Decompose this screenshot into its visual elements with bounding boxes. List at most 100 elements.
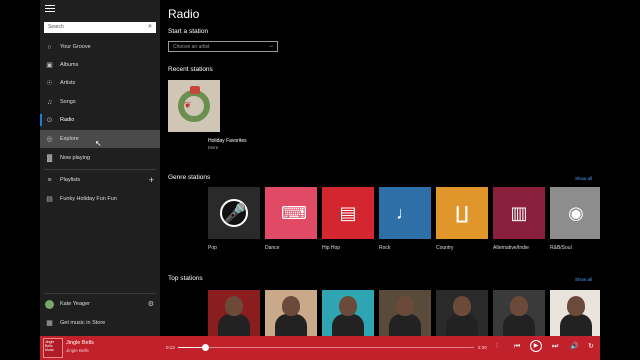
- radio-icon: ⊙: [46, 117, 53, 124]
- artist-placeholder: Choose an artist: [173, 44, 210, 50]
- genre-label[interactable]: Rock: [379, 245, 390, 251]
- genre-tile-3[interactable]: ♩: [379, 187, 431, 239]
- explore-icon: ◎: [46, 136, 53, 143]
- boot-icon: ∐: [455, 203, 469, 223]
- genre-tile-4[interactable]: ∐: [436, 187, 488, 239]
- previous-icon[interactable]: ⏮: [514, 342, 520, 352]
- submit-arrow-icon[interactable]: →: [268, 43, 274, 49]
- sidebar-item-songs[interactable]: ♫ Songs: [40, 93, 160, 111]
- bow-art: [190, 86, 200, 94]
- recent-station-tile[interactable]: ❦: [168, 80, 220, 132]
- user-name: Kate Yeager: [60, 301, 90, 307]
- sidebar-item-your-groove[interactable]: ∩ Your Groove: [40, 38, 160, 56]
- volume-icon[interactable]: 🔊: [570, 342, 579, 352]
- groove-music-window: Search ⌕ ∩ Your Groove ▣ Albums ☉ Artist…: [40, 0, 600, 336]
- artist-portrait: [453, 296, 471, 316]
- recent-station-sub[interactable]: More: [208, 145, 218, 150]
- sidebar-item-playlist[interactable]: ▤ Funky Holiday Fun Fun: [40, 190, 160, 208]
- genre-tile-5[interactable]: ▥: [493, 187, 545, 239]
- genre-tile-1[interactable]: ⌨: [265, 187, 317, 239]
- amp-icon: ▥: [510, 203, 528, 223]
- repeat-icon[interactable]: ↻: [588, 342, 594, 352]
- sidebar-item-radio[interactable]: ⊙ Radio: [40, 111, 160, 129]
- seek-bar-fill: [178, 347, 205, 348]
- recent-station-name[interactable]: Holiday Favorites: [208, 138, 247, 144]
- add-playlist-icon[interactable]: +: [149, 175, 154, 185]
- sidebar-item-now-playing[interactable]: ▓ Now playing: [40, 149, 160, 167]
- artist-figure: [560, 314, 592, 336]
- genre-label[interactable]: Hip Hop: [322, 245, 340, 251]
- search-input[interactable]: Search ⌕: [44, 22, 156, 33]
- shuffle-icon[interactable]: ⫶: [496, 342, 498, 352]
- top-station-tile-4[interactable]: [436, 290, 488, 336]
- top-show-all-link[interactable]: Show all: [575, 277, 592, 282]
- keyboard-icon: ⌨: [281, 203, 307, 223]
- artist-icon: ☉: [46, 80, 53, 87]
- elapsed-time: 0:13: [166, 345, 175, 350]
- artist-figure: [446, 314, 478, 336]
- top-station-tile-1[interactable]: [265, 290, 317, 336]
- start-station-heading: Start a station: [168, 28, 209, 35]
- sidebar: Search ⌕ ∩ Your Groove ▣ Albums ☉ Artist…: [40, 0, 160, 336]
- sidebar-item-label: Artists: [60, 80, 76, 86]
- top-station-tile-5[interactable]: [493, 290, 545, 336]
- sidebar-item-albums[interactable]: ▣ Albums: [40, 56, 160, 74]
- genre-label[interactable]: Pop: [208, 245, 217, 251]
- sidebar-item-label: Radio: [60, 117, 75, 123]
- top-station-tile-0[interactable]: [208, 290, 260, 336]
- sidebar-item-label: Get music in Store: [60, 320, 106, 326]
- album-art[interactable]: Jingle Bells Music: [43, 338, 63, 358]
- genre-label[interactable]: Country: [436, 245, 454, 251]
- next-icon[interactable]: ⏭: [552, 342, 558, 352]
- store-icon: ▦: [46, 320, 53, 327]
- artist-portrait: [510, 296, 528, 316]
- track-artist[interactable]: Jingle Bells: [66, 348, 89, 353]
- avatar: [45, 299, 54, 309]
- album-icon: ▣: [46, 62, 53, 69]
- mouse-cursor-icon: ↖: [95, 139, 102, 148]
- genre-label[interactable]: Alternative/Indie: [493, 245, 529, 251]
- genre-stations-heading: Genre stations: [168, 174, 211, 181]
- artist-figure: [389, 314, 421, 336]
- sidebar-item-label: Playlists: [60, 177, 81, 183]
- sidebar-item-store[interactable]: ▦ Get music in Store: [40, 314, 160, 332]
- seek-bar-thumb[interactable]: [201, 344, 209, 351]
- top-station-tile-6[interactable]: [550, 290, 600, 336]
- duration-time: 2:20: [478, 345, 487, 350]
- music-note-icon: ♫: [46, 98, 53, 106]
- genre-label[interactable]: R&B/Soul: [550, 245, 572, 251]
- equalizer-icon: ▓: [46, 154, 53, 162]
- track-title[interactable]: Jingle Bells: [66, 340, 94, 346]
- wreath-art: [178, 90, 210, 122]
- guitar-icon: ♩: [396, 203, 414, 223]
- now-playing-bar: Jingle Bells Music Jingle Bells Jingle B…: [40, 336, 600, 360]
- sidebar-item-user[interactable]: Kate Yeager ⚙: [40, 295, 160, 313]
- artist-figure: [332, 314, 364, 336]
- top-station-tile-3[interactable]: [379, 290, 431, 336]
- genre-label[interactable]: Dance: [265, 245, 279, 251]
- genre-tile-2[interactable]: ▤: [322, 187, 374, 239]
- artist-portrait: [567, 296, 585, 316]
- sidebar-item-playlists[interactable]: ≡ Playlists +: [40, 171, 160, 189]
- search-icon[interactable]: ⌕: [148, 23, 152, 31]
- recent-stations-heading: Recent stations: [168, 66, 213, 73]
- sidebar-divider: [44, 293, 156, 294]
- sidebar-item-artists[interactable]: ☉ Artists: [40, 74, 160, 92]
- genre-show-all-link[interactable]: Show all: [575, 176, 592, 181]
- monogram-art: ❦: [184, 100, 192, 110]
- artist-input[interactable]: Choose an artist →: [168, 41, 278, 52]
- sidebar-divider: [44, 169, 156, 170]
- sidebar-item-label: Funky Holiday Fun Fun: [60, 196, 117, 202]
- record-icon: ◉: [568, 203, 584, 223]
- play-icon[interactable]: ▶: [530, 340, 542, 352]
- genre-tile-0[interactable]: 🎤: [208, 187, 260, 239]
- top-station-tile-2[interactable]: [322, 290, 374, 336]
- gear-icon[interactable]: ⚙: [148, 300, 154, 308]
- hamburger-menu-icon[interactable]: [45, 5, 55, 13]
- seek-bar[interactable]: [178, 344, 474, 351]
- genre-tile-6[interactable]: ◉: [550, 187, 600, 239]
- sidebar-item-label: Songs: [60, 99, 76, 105]
- top-stations-heading: Top stations: [168, 275, 203, 282]
- playlist-item-icon: ▤: [46, 196, 53, 203]
- page-title: Radio: [168, 7, 200, 21]
